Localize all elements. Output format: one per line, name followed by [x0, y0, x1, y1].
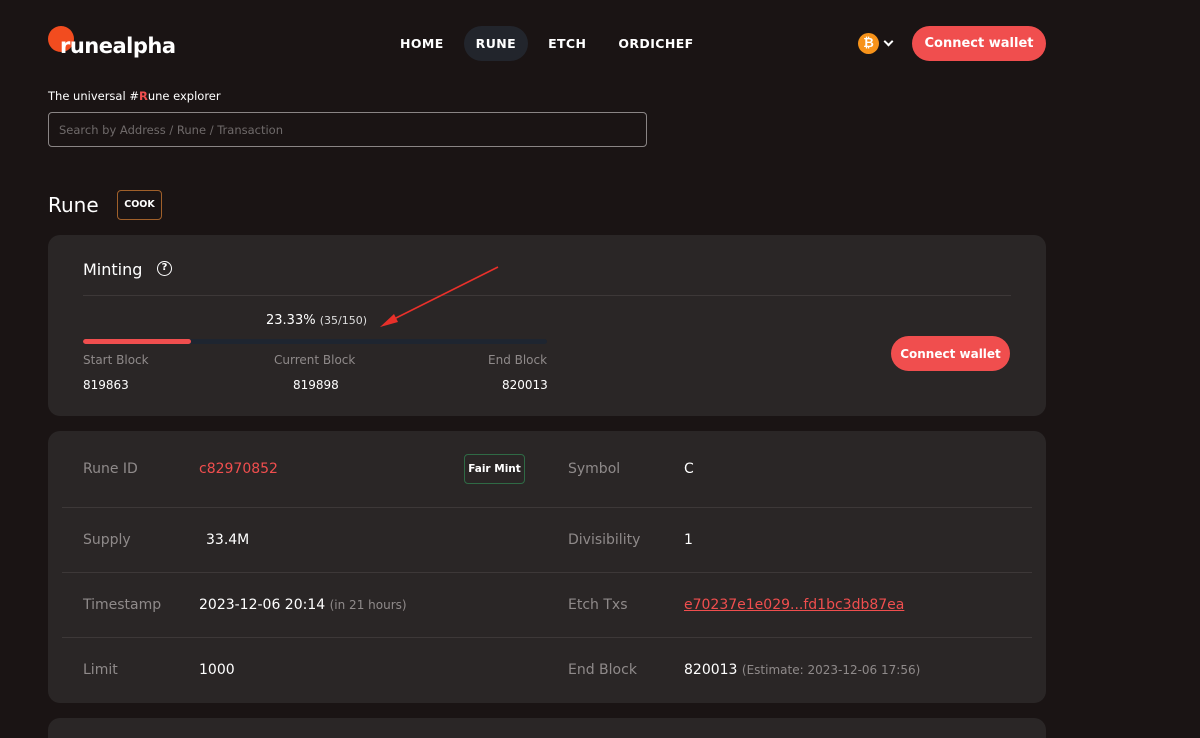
start-block-label: Start Block — [83, 353, 149, 367]
minting-progress-bar — [83, 339, 547, 344]
minting-progress-fill — [83, 339, 192, 344]
search-input[interactable] — [48, 112, 647, 147]
logo[interactable]: runealpha — [48, 26, 176, 60]
end-block-value: 820013 — [502, 378, 548, 392]
end-block-label: End Block — [488, 353, 548, 367]
help-icon[interactable]: ? — [157, 261, 172, 276]
rune-name-badge: COOK — [117, 190, 162, 220]
nav-home[interactable]: HOME — [388, 26, 456, 61]
timestamp-note: (in 21 hours) — [329, 598, 407, 612]
supply-label: Supply — [83, 532, 131, 548]
tagline: The universal #Rune explorer — [48, 89, 221, 103]
header: runealpha HOME RUNE ETCH ORDICHEF ₿ Conn… — [0, 0, 1200, 88]
timestamp-value-group: 2023-12-06 20:14 (in 21 hours) — [199, 597, 407, 613]
symbol-value: C — [684, 461, 694, 477]
nav-rune[interactable]: RUNE — [463, 26, 529, 61]
page-title: Rune — [48, 193, 99, 217]
limit-value: 1000 — [199, 662, 235, 678]
minting-count: (35/150) — [319, 314, 368, 327]
start-block-value: 819863 — [83, 378, 129, 392]
annotation-arrow-icon — [380, 266, 499, 327]
rune-info-card: Rune ID c82970852 Fair Mint Symbol C Sup… — [48, 431, 1046, 703]
end-block-info-label: End Block — [568, 662, 637, 678]
minting-connect-wallet-button[interactable]: Connect wallet — [891, 336, 1010, 371]
row-divider — [62, 637, 1032, 638]
tagline-prefix: The universal # — [48, 89, 139, 103]
current-block-label: Current Block — [274, 353, 356, 367]
main-nav: HOME RUNE ETCH ORDICHEF — [388, 26, 714, 61]
etch-txs-label: Etch Txs — [568, 597, 628, 613]
minting-card: Minting ? 23.33% (35/150) Start Block 81… — [48, 235, 1046, 416]
nav-ordichef[interactable]: ORDICHEF — [606, 26, 705, 61]
limit-label: Limit — [83, 662, 118, 678]
tagline-suffix: une explorer — [147, 89, 221, 103]
logo-text: runealpha — [60, 34, 176, 58]
rune-id-label: Rune ID — [83, 461, 138, 477]
minting-percent: 23.33% — [266, 313, 316, 328]
fair-mint-badge: Fair Mint — [464, 454, 525, 484]
end-block-info-group: 820013 (Estimate: 2023-12-06 17:56) — [684, 662, 920, 678]
timestamp-label: Timestamp — [83, 597, 162, 613]
current-block-value: 819898 — [293, 378, 339, 392]
etch-txs-link[interactable]: e70237e1e029...fd1bc3db87ea — [684, 597, 904, 613]
minting-title: Minting — [83, 260, 143, 279]
row-divider — [62, 507, 1032, 508]
row-divider — [62, 572, 1032, 573]
network-selector[interactable]: ₿ — [858, 33, 894, 54]
divisibility-label: Divisibility — [568, 532, 641, 548]
end-block-estimate-note: (Estimate: 2023-12-06 17:56) — [741, 663, 921, 677]
end-block-info-value: 820013 — [684, 662, 738, 678]
nav-etch[interactable]: ETCH — [536, 26, 598, 61]
tagline-accent: R — [138, 89, 148, 103]
divisibility-value: 1 — [684, 532, 693, 548]
timestamp-value: 2023-12-06 20:14 — [199, 597, 326, 613]
rune-id-value: c82970852 — [199, 461, 278, 477]
bitcoin-icon: ₿ — [858, 33, 879, 54]
minting-divider — [83, 295, 1011, 296]
header-connect-wallet-button[interactable]: Connect wallet — [912, 26, 1046, 61]
minting-progress-text: 23.33% (35/150) — [266, 313, 367, 328]
chevron-down-icon — [883, 36, 894, 47]
next-card — [48, 718, 1046, 738]
symbol-label: Symbol — [568, 461, 621, 477]
supply-value: 33.4M — [206, 532, 250, 548]
